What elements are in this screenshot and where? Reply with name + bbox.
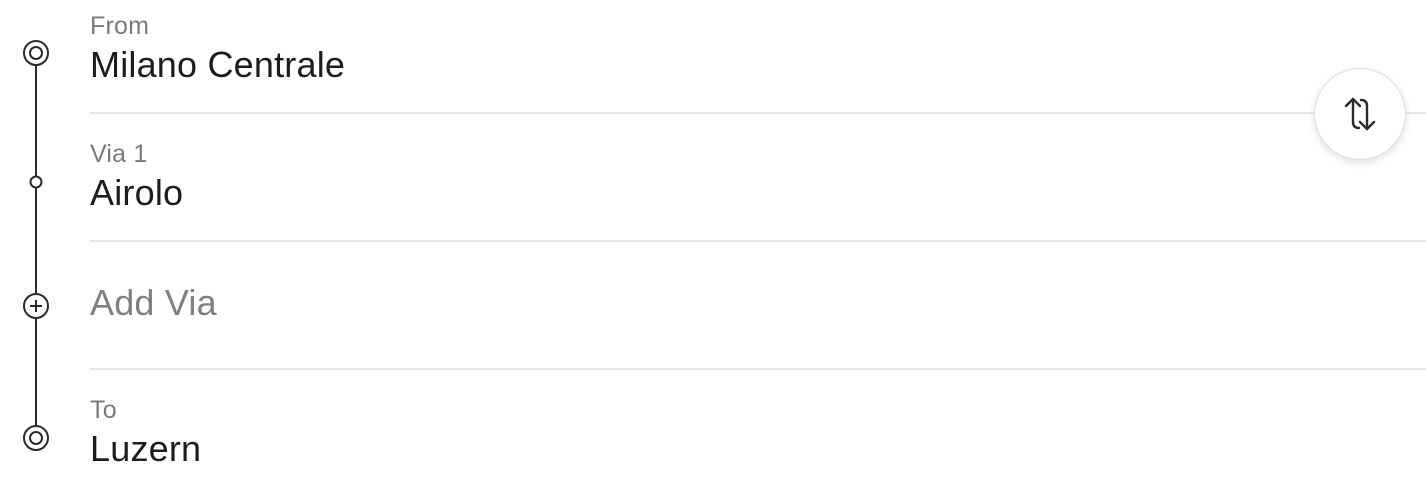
- via-1-label: Via 1: [90, 140, 148, 168]
- add-via-placeholder[interactable]: Add Via: [90, 282, 217, 324]
- swap-button[interactable]: [1314, 68, 1406, 160]
- add-via-field[interactable]: Add Via: [90, 242, 1426, 370]
- via-stop-icon: [29, 175, 43, 189]
- to-value[interactable]: Luzern: [90, 428, 201, 470]
- from-value[interactable]: Milano Centrale: [90, 44, 345, 86]
- add-via-icon[interactable]: [23, 293, 49, 319]
- origin-stop-icon: [23, 40, 49, 66]
- to-field[interactable]: To Luzern: [90, 370, 1426, 490]
- destination-stop-icon: [23, 425, 49, 451]
- route-form: From Milano Centrale Via 1 Airolo Add Vi…: [0, 0, 1426, 490]
- route-timeline: [0, 0, 72, 490]
- via-1-field[interactable]: Via 1 Airolo: [90, 114, 1426, 242]
- via-1-value[interactable]: Airolo: [90, 172, 183, 214]
- swap-icon: [1344, 97, 1376, 131]
- from-label: From: [90, 12, 150, 40]
- from-field[interactable]: From Milano Centrale: [90, 0, 1426, 128]
- to-label: To: [90, 396, 117, 424]
